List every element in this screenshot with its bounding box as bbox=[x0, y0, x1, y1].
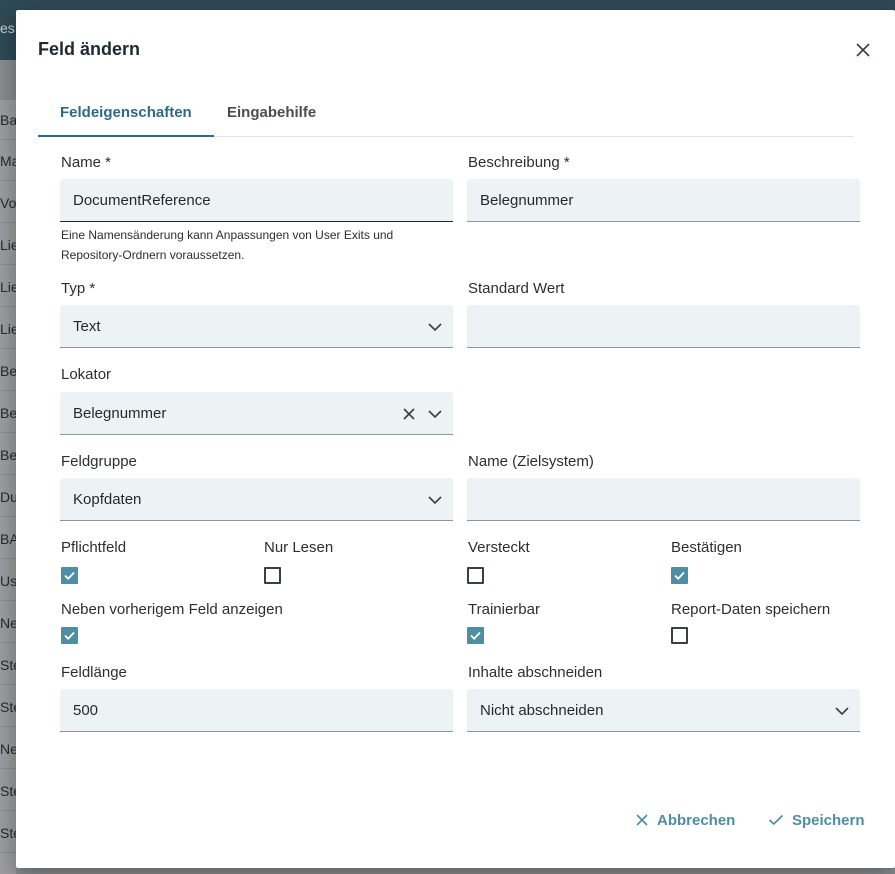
chevron-down-icon bbox=[428, 496, 442, 505]
check-icon bbox=[470, 631, 481, 640]
typ-select[interactable]: Text bbox=[60, 305, 453, 348]
cancel-button-label: Abbrechen bbox=[657, 811, 736, 829]
versteckt-checkbox[interactable] bbox=[467, 567, 484, 584]
trainierbar-checkbox[interactable] bbox=[467, 627, 484, 644]
name-value: DocumentReference bbox=[73, 192, 211, 209]
save-button-label: Speichern bbox=[792, 811, 865, 829]
background-row: Bar bbox=[0, 100, 16, 140]
background-row: Mar bbox=[0, 141, 16, 181]
lokator-select[interactable]: Belegnummer bbox=[60, 392, 453, 435]
close-icon[interactable] bbox=[854, 41, 872, 59]
nur-lesen-label: Nur Lesen bbox=[264, 539, 334, 556]
background-row: Lief bbox=[0, 309, 16, 349]
nur-lesen-checkbox[interactable] bbox=[264, 567, 281, 584]
background-row: Bel bbox=[0, 393, 16, 433]
standard-wert-input[interactable] bbox=[467, 305, 860, 348]
neben-vorherigem-feld-checkbox[interactable] bbox=[61, 627, 78, 644]
clear-icon[interactable] bbox=[401, 406, 417, 422]
feldlaenge-label: Feldlänge bbox=[61, 664, 127, 681]
feldlaenge-input[interactable]: 500 bbox=[60, 689, 453, 732]
background-row: Vor bbox=[0, 183, 16, 223]
pflichtfeld-label: Pflichtfeld bbox=[61, 539, 127, 556]
background-row: Net bbox=[0, 603, 16, 643]
report-daten-checkbox[interactable] bbox=[671, 627, 688, 644]
background-row: Bel bbox=[0, 351, 16, 391]
versteckt-label: Versteckt bbox=[468, 539, 530, 556]
background-list: Bar Mar Vor Lief Lief Lief Bel Bel Bes D… bbox=[0, 100, 16, 874]
dialog-title: Feld ändern bbox=[38, 39, 141, 59]
feldgruppe-value: Kopfdaten bbox=[73, 491, 142, 508]
feldgruppe-label: Feldgruppe bbox=[61, 453, 137, 470]
tab-feldeigenschaften[interactable]: Feldeigenschaften bbox=[38, 92, 214, 137]
name-zielsystem-label: Name (Zielsystem) bbox=[468, 453, 594, 470]
name-input[interactable]: DocumentReference bbox=[60, 179, 453, 222]
chevron-down-icon bbox=[428, 323, 442, 332]
tab-bar: Feldeigenschaften Eingabehilfe bbox=[38, 92, 854, 137]
check-icon bbox=[64, 571, 75, 580]
save-button[interactable]: Speichern bbox=[768, 808, 865, 832]
background-row: Lief bbox=[0, 267, 16, 307]
feldgruppe-select[interactable]: Kopfdaten bbox=[60, 478, 453, 521]
trainierbar-label: Trainierbar bbox=[468, 601, 540, 618]
background-row: Bes bbox=[0, 435, 16, 475]
feldlaenge-value: 500 bbox=[73, 702, 99, 719]
name-label: Name * bbox=[61, 154, 112, 171]
standard-wert-label: Standard Wert bbox=[468, 280, 565, 297]
edit-field-dialog: Feld ändern Feldeigenschaften Eingabehil… bbox=[16, 10, 895, 868]
background-row: Dub bbox=[0, 477, 16, 517]
chevron-down-icon bbox=[835, 707, 849, 716]
background-header-text: es bbox=[0, 20, 15, 36]
typ-value: Text bbox=[73, 318, 101, 335]
neben-vorherigem-feld-label: Neben vorherigem Feld anzeigen bbox=[61, 601, 283, 618]
pflichtfeld-checkbox[interactable] bbox=[61, 567, 78, 584]
background-row: Net bbox=[0, 729, 16, 769]
inhalte-abschneiden-value: Nicht abschneiden bbox=[480, 702, 604, 719]
cancel-button[interactable]: Abbrechen bbox=[635, 808, 735, 832]
name-hint: Eine Namensänderung kann Anpassungen von… bbox=[61, 228, 394, 262]
background-row: BA bbox=[0, 519, 16, 559]
inhalte-abschneiden-select[interactable]: Nicht abschneiden bbox=[467, 689, 860, 732]
typ-label: Typ * bbox=[61, 280, 96, 297]
background-row: Ste bbox=[0, 813, 16, 853]
bestaetigen-label: Bestätigen bbox=[671, 539, 742, 556]
check-icon bbox=[64, 631, 75, 640]
background-row: Lief bbox=[0, 225, 16, 265]
report-daten-label: Report-Daten speichern bbox=[671, 601, 831, 618]
background-row: Ste bbox=[0, 645, 16, 685]
check-icon bbox=[768, 814, 784, 826]
name-zielsystem-input[interactable] bbox=[467, 478, 860, 521]
beschreibung-input[interactable]: Belegnummer bbox=[467, 179, 860, 222]
tab-eingabehilfe[interactable]: Eingabehilfe bbox=[205, 92, 338, 135]
inhalte-abschneiden-label: Inhalte abschneiden bbox=[468, 664, 603, 681]
lokator-value: Belegnummer bbox=[73, 405, 167, 422]
beschreibung-value: Belegnummer bbox=[480, 192, 574, 209]
check-icon bbox=[674, 571, 685, 580]
beschreibung-label: Beschreibung * bbox=[468, 154, 570, 171]
chevron-down-icon bbox=[428, 410, 442, 419]
close-icon bbox=[636, 814, 648, 826]
background-row: Ust bbox=[0, 561, 16, 601]
background-row: Ste bbox=[0, 687, 16, 727]
background-row: Ste bbox=[0, 771, 16, 811]
bestaetigen-checkbox[interactable] bbox=[671, 567, 688, 584]
lokator-label: Lokator bbox=[61, 366, 112, 383]
